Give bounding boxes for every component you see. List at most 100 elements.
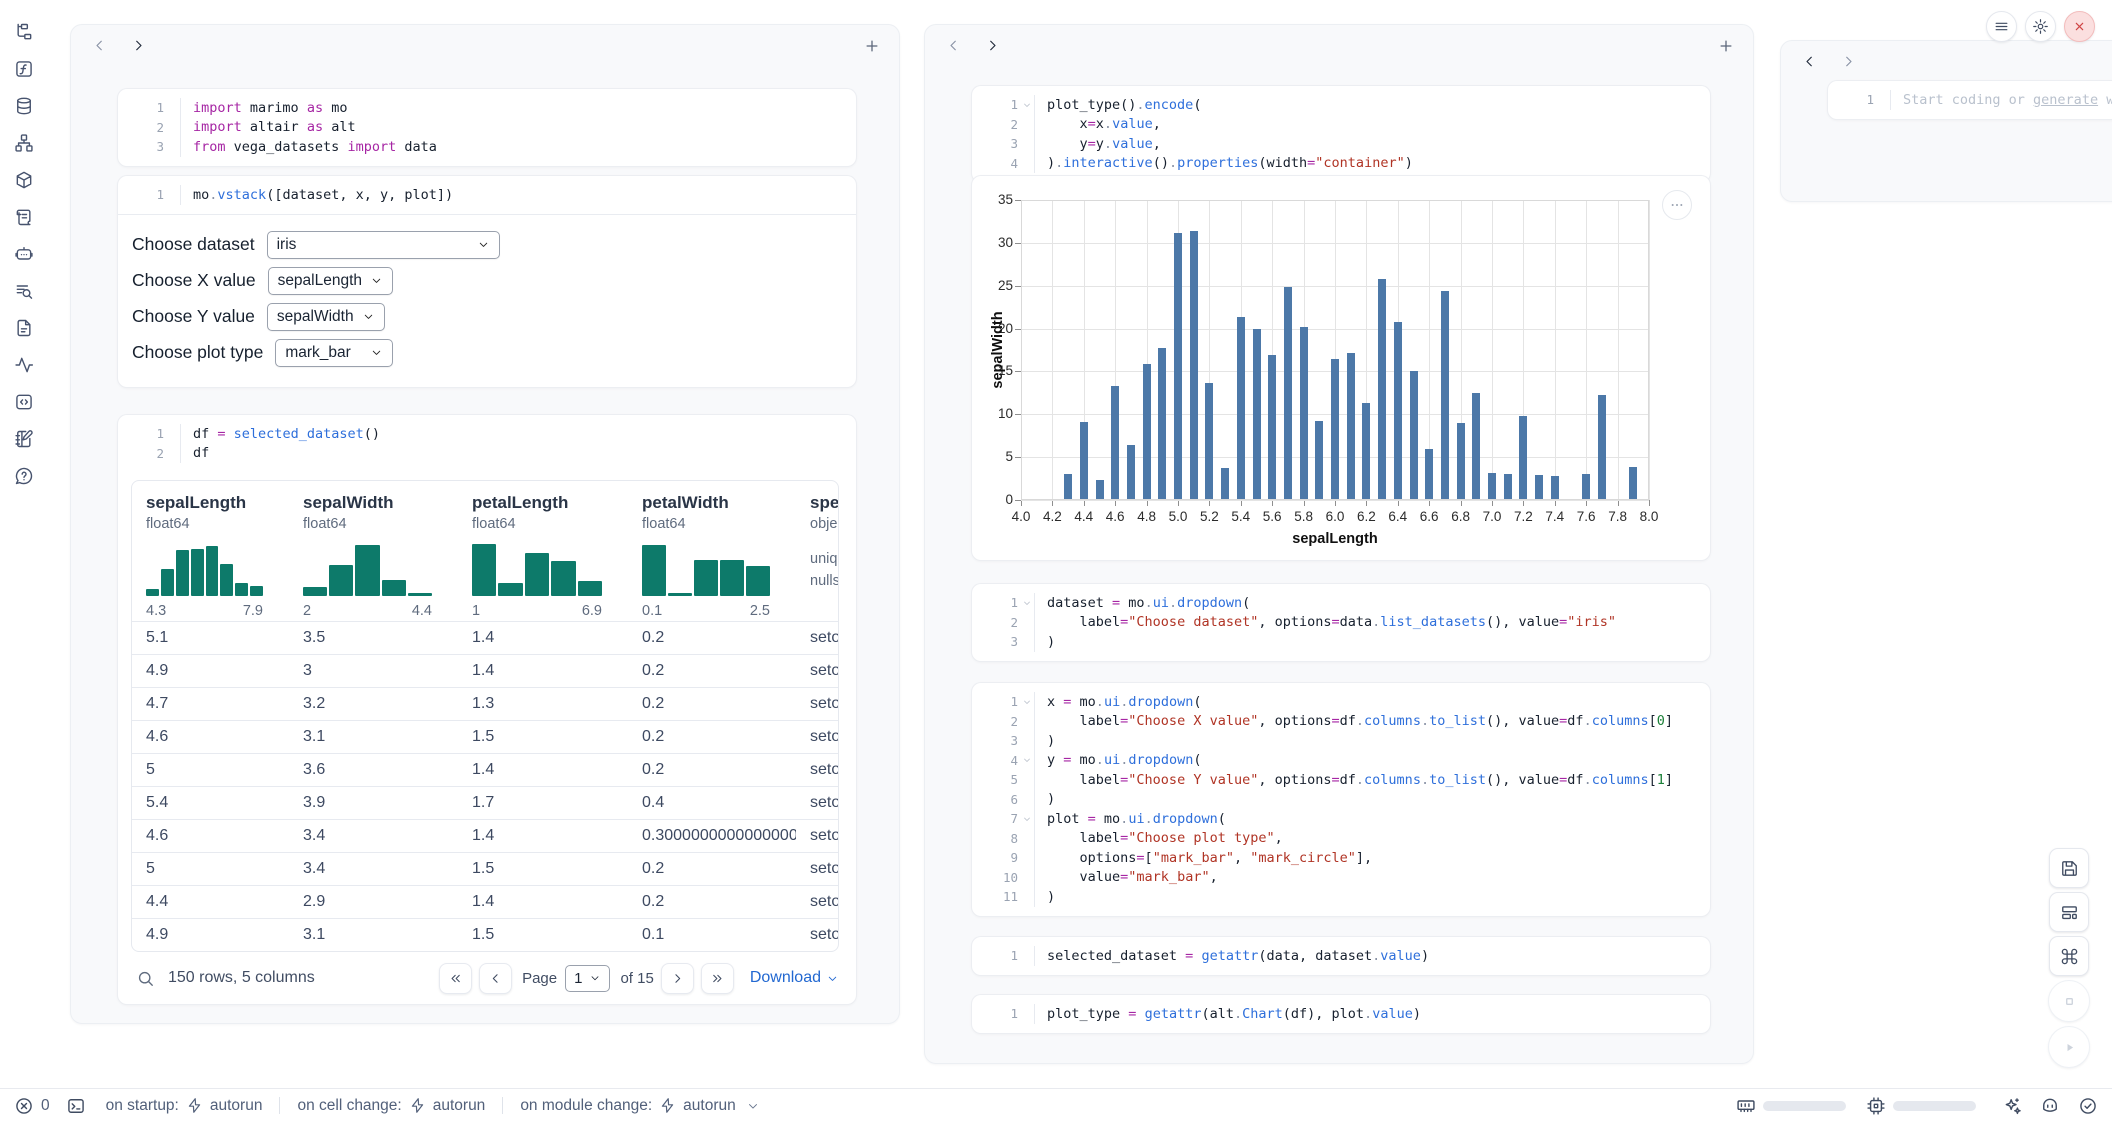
column-prev-icon[interactable] [945, 37, 962, 54]
column-next-icon[interactable] [1840, 53, 1857, 70]
code-editor[interactable]: 1dataset = mo.ui.dropdown(2 label="Choos… [972, 584, 1710, 661]
scratchpad-icon[interactable] [14, 281, 34, 301]
function-icon[interactable] [14, 59, 34, 79]
runtime-config-1[interactable]: on cell change: autorun [297, 1097, 485, 1115]
y-value-select[interactable]: sepalWidth [267, 303, 385, 331]
line-number: 1 [118, 426, 164, 441]
divider [279, 1097, 280, 1114]
table-row[interactable]: 4.63.11.50.2setosa [132, 720, 838, 753]
code-editor[interactable]: 1mo.vstack([dataset, x, y, plot]) [118, 176, 856, 214]
column-next-icon[interactable] [984, 37, 1001, 54]
table-row[interactable]: 4.42.91.40.2setosa [132, 885, 838, 918]
column-header-petalWidth[interactable]: petalWidthfloat64 0.12.5 [628, 481, 796, 621]
line-number: 1 [972, 948, 1018, 963]
sparkles-icon[interactable] [2002, 1096, 2022, 1116]
code-line: 1selected_dataset = getattr(data, datase… [972, 946, 1710, 966]
download-button[interactable]: Download [750, 969, 839, 987]
terminal-icon[interactable] [66, 1096, 86, 1116]
chevron-down-icon [826, 972, 839, 985]
x-value-select[interactable]: sepalLength [268, 267, 393, 295]
search-icon[interactable] [136, 969, 155, 988]
help-icon[interactable] [14, 466, 34, 486]
add-cell-icon[interactable] [1717, 37, 1735, 55]
logs-icon[interactable] [14, 207, 34, 227]
column-prev-icon[interactable] [1801, 53, 1818, 70]
table-row[interactable]: 5.13.51.40.2setosa [132, 621, 838, 654]
runtime-config-2[interactable]: on module change: autorun [520, 1097, 759, 1115]
menu-button[interactable] [1986, 11, 2017, 42]
generate-link[interactable]: generate [2033, 92, 2098, 108]
runtime-config-0[interactable]: on startup: autorun [106, 1097, 263, 1115]
table-row[interactable]: 53.61.40.2setosa [132, 753, 838, 786]
ram-usage-meter [1763, 1101, 1846, 1111]
column-next-icon[interactable] [130, 37, 147, 54]
code-editor[interactable]: 1plot_type().encode(2 x=x.value,3 y=y.va… [972, 86, 1710, 182]
dataset-select[interactable]: iris [267, 231, 500, 259]
table-cell: 2.9 [289, 886, 458, 918]
code-editor[interactable]: 1selected_dataset = getattr(data, datase… [972, 937, 1710, 975]
table-row[interactable]: 53.41.50.2setosa [132, 852, 838, 885]
control-row: Choose X value sepalLength [118, 263, 856, 299]
chart-actions-button[interactable] [1662, 190, 1692, 220]
next-page-button[interactable] [661, 963, 694, 994]
line-number: 1 [118, 100, 164, 115]
code-icon[interactable] [14, 392, 34, 412]
connection-status-icon[interactable] [2078, 1096, 2098, 1116]
tracing-icon[interactable] [14, 355, 34, 375]
last-page-button[interactable] [701, 963, 734, 994]
column-prev-icon[interactable] [91, 37, 108, 54]
table-row[interactable]: 5.43.91.70.4setosa [132, 786, 838, 819]
table-row[interactable]: 4.73.21.30.2setosa [132, 687, 838, 720]
save-button[interactable] [2049, 848, 2089, 888]
table-cell: 4.9 [132, 655, 289, 687]
code-editor[interactable]: 1df = selected_dataset()2df [118, 415, 856, 472]
database-icon[interactable] [14, 96, 34, 116]
run-button[interactable] [2048, 1026, 2090, 1068]
code-editor[interactable]: 1 Start coding or generate with [1828, 81, 2112, 119]
table-cell: 3.4 [289, 820, 458, 852]
table-row[interactable]: 4.93.11.50.1setosa [132, 918, 838, 951]
table-cell: 1.4 [458, 622, 628, 654]
layout-button[interactable] [2049, 892, 2089, 932]
file-tree-icon[interactable] [14, 22, 34, 42]
plot-type-select[interactable]: mark_bar [275, 339, 393, 367]
table-cell: 1.4 [458, 754, 628, 786]
column-header-species[interactable]: speciesobjectunique:nulls: [796, 481, 839, 621]
copilot-icon[interactable] [2040, 1096, 2060, 1116]
package-icon[interactable] [14, 170, 34, 190]
zap-icon [659, 1097, 676, 1114]
table-row[interactable]: 4.63.41.40.30000000000000004setosa [132, 819, 838, 852]
chart-bar [1143, 364, 1151, 500]
chatbot-icon[interactable] [14, 244, 34, 264]
column-header-sepalWidth[interactable]: sepalWidthfloat64 24.4 [289, 481, 458, 621]
page-select[interactable]: 1 [565, 965, 610, 992]
column-header-petalLength[interactable]: petalLengthfloat64 16.9 [458, 481, 628, 621]
notebook-icon[interactable] [14, 429, 34, 449]
error-count-badge[interactable]: 0 [14, 1096, 50, 1116]
column-header-sepalLength[interactable]: sepalLengthfloat64 4.37.9 [132, 481, 289, 621]
shutdown-button[interactable] [2064, 11, 2095, 42]
line-number: 3 [118, 139, 164, 154]
keyboard-shortcuts-button[interactable] [2049, 936, 2089, 976]
stop-button[interactable] [2048, 980, 2090, 1022]
altair-chart[interactable]: 4.04.24.44.64.85.05.25.45.65.86.06.26.46… [972, 176, 1710, 560]
settings-button[interactable] [2025, 11, 2056, 42]
table-cell: 1.5 [458, 919, 628, 951]
cell-vstack: 1mo.vstack([dataset, x, y, plot]) Choose… [118, 176, 856, 387]
prev-page-button[interactable] [479, 963, 512, 994]
code-editor[interactable]: 1x = mo.ui.dropdown(2 label="Choose X va… [972, 683, 1710, 916]
chevron-down-icon [746, 1099, 760, 1113]
table-cell: 3.9 [289, 787, 458, 819]
dependency-graph-icon[interactable] [14, 133, 34, 153]
table-cell: 5 [132, 754, 289, 786]
activity-rail [0, 0, 46, 486]
add-cell-icon[interactable] [863, 37, 881, 55]
table-cell: 3.1 [289, 919, 458, 951]
code-editor[interactable]: 1import marimo as mo2import altair as al… [118, 89, 856, 166]
column-histogram [642, 539, 770, 596]
code-editor[interactable]: 1plot_type = getattr(alt.Chart(df), plot… [972, 995, 1710, 1033]
table-row[interactable]: 4.931.40.2setosa [132, 654, 838, 687]
first-page-button[interactable] [439, 963, 472, 994]
snippets-icon[interactable] [14, 318, 34, 338]
circle-x-icon [14, 1096, 34, 1116]
